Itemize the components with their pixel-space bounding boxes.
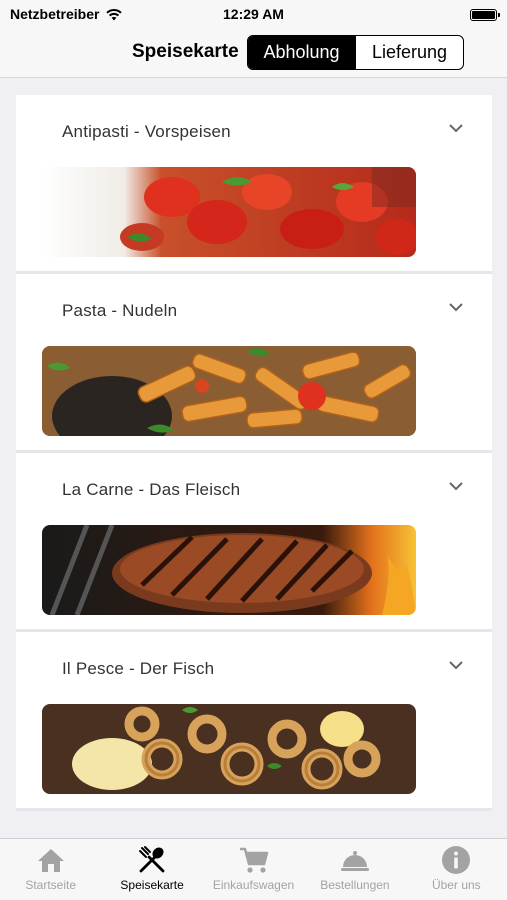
category-title: Pasta - Nudeln xyxy=(62,301,178,320)
status-time: 12:29 AM xyxy=(223,6,284,22)
category-card-antipasti[interactable]: Antipasti - Vorspeisen xyxy=(16,95,492,274)
tab-label: Speisekarte xyxy=(120,878,184,892)
house-icon xyxy=(35,845,67,875)
category-card-pasta[interactable]: Pasta - Nudeln xyxy=(16,274,492,453)
navigation-bar: Speisekarte Abholung Lieferung xyxy=(0,30,507,78)
order-mode-segmented-control: Abholung Lieferung xyxy=(247,35,464,70)
menu-category-list: Antipasti - Vorspeisen Pasta - Nudeln La… xyxy=(16,95,492,811)
chevron-down-icon[interactable] xyxy=(448,301,464,313)
cart-icon xyxy=(238,845,270,875)
battery-icon xyxy=(470,9,500,21)
tab-label: Startseite xyxy=(25,878,77,892)
category-title: Il Pesce - Der Fisch xyxy=(62,659,215,678)
tab-bar: Startseite Speisekarte Einkaufswagen Bes… xyxy=(0,838,507,900)
category-image-fried-calamari xyxy=(42,704,416,794)
segment-delivery[interactable]: Lieferung xyxy=(355,36,463,69)
fork-spoon-icon xyxy=(136,845,168,875)
category-image-grilled-steak xyxy=(42,525,416,615)
cloche-icon xyxy=(339,845,371,875)
category-title: La Carne - Das Fleisch xyxy=(62,480,241,499)
segment-pickup[interactable]: Abholung xyxy=(248,36,355,69)
status-bar: Netzbetreiber 12:29 AM xyxy=(0,0,507,30)
tab-label: Über uns xyxy=(431,878,481,892)
category-title: Antipasti - Vorspeisen xyxy=(62,122,231,141)
tab-home[interactable]: Startseite xyxy=(0,839,101,900)
tab-label: Einkaufswagen xyxy=(212,878,295,892)
tab-orders[interactable]: Bestellungen xyxy=(304,839,405,900)
category-image-penne-pasta xyxy=(42,346,416,436)
chevron-down-icon[interactable] xyxy=(448,659,464,671)
tab-label: Bestellungen xyxy=(320,878,390,892)
tab-about[interactable]: Über uns xyxy=(406,839,507,900)
chevron-down-icon[interactable] xyxy=(448,122,464,134)
chevron-down-icon[interactable] xyxy=(448,480,464,492)
tab-cart[interactable]: Einkaufswagen xyxy=(203,839,304,900)
page-title: Speisekarte xyxy=(132,41,239,62)
category-image-tomato-bruschetta xyxy=(42,167,416,257)
category-card-fish[interactable]: Il Pesce - Der Fisch xyxy=(16,632,492,811)
tab-menu[interactable]: Speisekarte xyxy=(101,839,202,900)
info-icon xyxy=(440,845,472,875)
category-card-meat[interactable]: La Carne - Das Fleisch xyxy=(16,453,492,632)
